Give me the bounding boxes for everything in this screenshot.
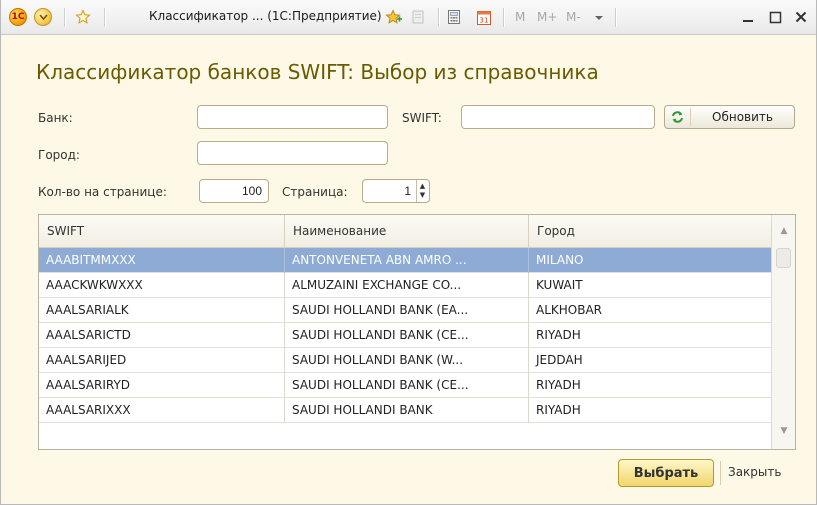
title-bar: 1С Классификатор ... (1С:Предприятие) 31… (1, 0, 816, 35)
table-row[interactable]: AAALSARIJED SAUDI HOLLANDI BANK (W... JE… (39, 348, 771, 373)
cell-city: MILANO (536, 253, 584, 267)
bank-input[interactable] (197, 105, 388, 129)
cell-name: SAUDI HOLLANDI BANK (EA... (285, 298, 529, 323)
spinner-down-icon[interactable]: ▼ (420, 191, 425, 200)
per-page-input[interactable] (199, 179, 269, 203)
cell-name: SAUDI HOLLANDI BANK (CE... (285, 373, 529, 398)
table-row[interactable]: AAALSARIALK SAUDI HOLLANDI BANK (EA... A… (39, 298, 771, 323)
memory-m-button[interactable]: M (515, 10, 525, 24)
cell-city: JEDDAH (536, 353, 583, 367)
link-icon[interactable] (409, 7, 427, 27)
column-header-city[interactable]: Город (529, 215, 771, 248)
maximize-icon[interactable] (764, 6, 786, 28)
scrollbar-thumb[interactable] (776, 248, 791, 268)
minimize-icon[interactable] (737, 6, 759, 28)
cell-name: SAUDI HOLLANDI BANK (W... (285, 348, 529, 373)
per-page-label: Кол-во на странице: (38, 185, 167, 199)
city-input[interactable] (197, 141, 388, 165)
select-button[interactable]: Выбрать (618, 459, 714, 487)
table-row[interactable]: AAALSARICTD SAUDI HOLLANDI BANK (CE... R… (39, 323, 771, 348)
cell-name: ALMUZAINI EXCHANGE CO... (285, 273, 529, 298)
cell-city: KUWAIT (536, 278, 583, 292)
calendar-icon[interactable]: 31 (474, 7, 494, 27)
cell-swift: AAALSARIALK (39, 298, 285, 323)
close-icon[interactable] (790, 6, 812, 28)
cell-city: RIYADH (536, 378, 581, 392)
footer-divider (720, 461, 721, 485)
app-window: 1С Классификатор ... (1С:Предприятие) 31… (0, 0, 817, 505)
main-menu-button[interactable] (33, 7, 53, 27)
memory-m-minus-button[interactable]: M- (566, 10, 581, 24)
calculator-icon[interactable] (445, 7, 463, 27)
column-header-name[interactable]: Наименование (285, 215, 529, 248)
cell-city: RIYADH (536, 328, 581, 342)
page-label: Страница: (282, 185, 348, 199)
cell-city: ALKHOBAR (536, 303, 603, 317)
cell-swift: AAALSARIRYD (39, 373, 285, 398)
table-header: SWIFT Наименование Город (39, 215, 771, 248)
page-spinner[interactable]: ▲ ▼ (416, 180, 428, 202)
bank-label: Банк: (38, 111, 73, 125)
cell-swift: AAACKWKWXXX (39, 273, 285, 298)
swift-input[interactable] (461, 105, 655, 129)
table-row[interactable]: AAABITMMXXX ANTONVENETA ABN AMRO ... MIL… (39, 248, 771, 273)
refresh-icon (665, 108, 691, 126)
cell-city: RIYADH (536, 403, 581, 417)
favorites-star-icon[interactable] (73, 7, 93, 27)
scroll-up-icon[interactable]: ▲ (772, 221, 796, 241)
vertical-scrollbar[interactable]: ▲ ▼ (771, 215, 795, 449)
cell-name: SAUDI HOLLANDI BANK (285, 398, 529, 423)
cell-swift: AAABITMMXXX (39, 248, 285, 273)
more-dropdown-icon[interactable] (591, 7, 607, 27)
table-row[interactable]: AAACKWKWXXX ALMUZAINI EXCHANGE CO... KUW… (39, 273, 771, 298)
cell-swift: AAALSARICTD (39, 323, 285, 348)
svg-text:31: 31 (480, 16, 489, 24)
swift-table[interactable]: SWIFT Наименование Город AAABITMMXXX ANT… (38, 214, 796, 450)
add-favorite-star-icon[interactable] (384, 7, 404, 27)
column-header-swift[interactable]: SWIFT (39, 215, 285, 248)
table-row[interactable]: AAALSARIXXX SAUDI HOLLANDI BANK RIYADH (39, 398, 771, 423)
cell-swift: AAALSARIXXX (39, 398, 285, 423)
cell-name: SAUDI HOLLANDI BANK (CE... (285, 323, 529, 348)
cell-name: ANTONVENETA ABN AMRO ... (285, 248, 529, 273)
refresh-button-label: Обновить (712, 110, 773, 124)
form-title: Классификатор банков SWIFT: Выбор из спр… (36, 60, 599, 84)
swift-label: SWIFT: (402, 111, 442, 125)
window-title: Классификатор ... (1С:Предприятие) (149, 9, 382, 23)
spinner-up-icon[interactable]: ▲ (420, 182, 425, 191)
scroll-down-icon[interactable]: ▼ (772, 421, 796, 441)
cell-swift: AAALSARIJED (39, 348, 285, 373)
close-button[interactable]: Закрыть (728, 465, 781, 479)
app-logo-icon[interactable]: 1С (8, 7, 28, 27)
memory-m-plus-button[interactable]: M+ (537, 10, 557, 24)
refresh-button[interactable]: Обновить (664, 105, 795, 129)
city-label: Город: (38, 148, 80, 162)
chevron-down-icon (34, 8, 52, 26)
table-row[interactable]: AAALSARIRYD SAUDI HOLLANDI BANK (CE... R… (39, 373, 771, 398)
